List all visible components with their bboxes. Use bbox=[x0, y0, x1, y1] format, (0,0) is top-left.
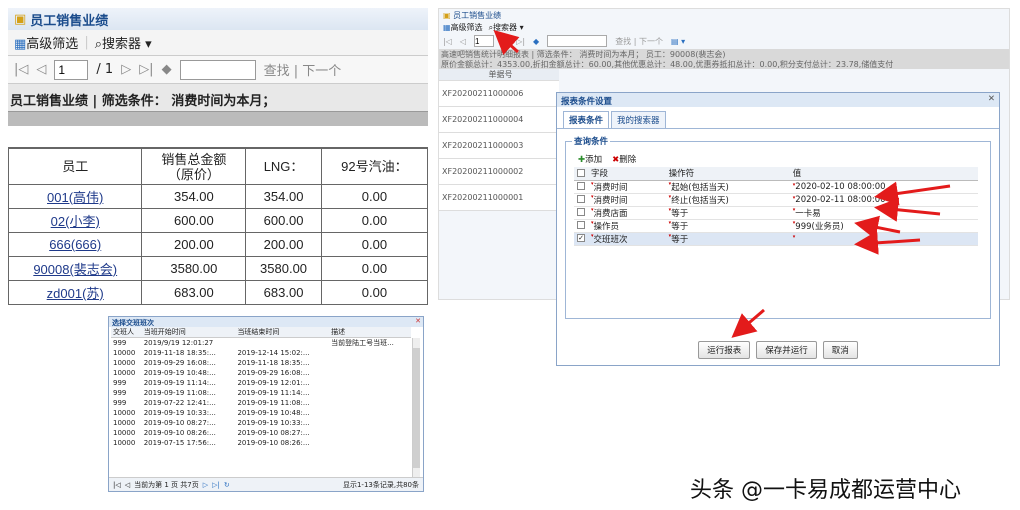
arrow-start-time bbox=[874, 181, 951, 206]
watermark: 头条 @一卡易成都运营中心 bbox=[690, 478, 961, 503]
arrow-end-time bbox=[874, 197, 941, 222]
arrow-advanced-filter bbox=[493, 29, 520, 55]
arrow-operator bbox=[854, 230, 921, 255]
annotation-arrows bbox=[493, 29, 951, 338]
arrow-run-report bbox=[731, 308, 765, 338]
arrow-store bbox=[854, 215, 901, 240]
